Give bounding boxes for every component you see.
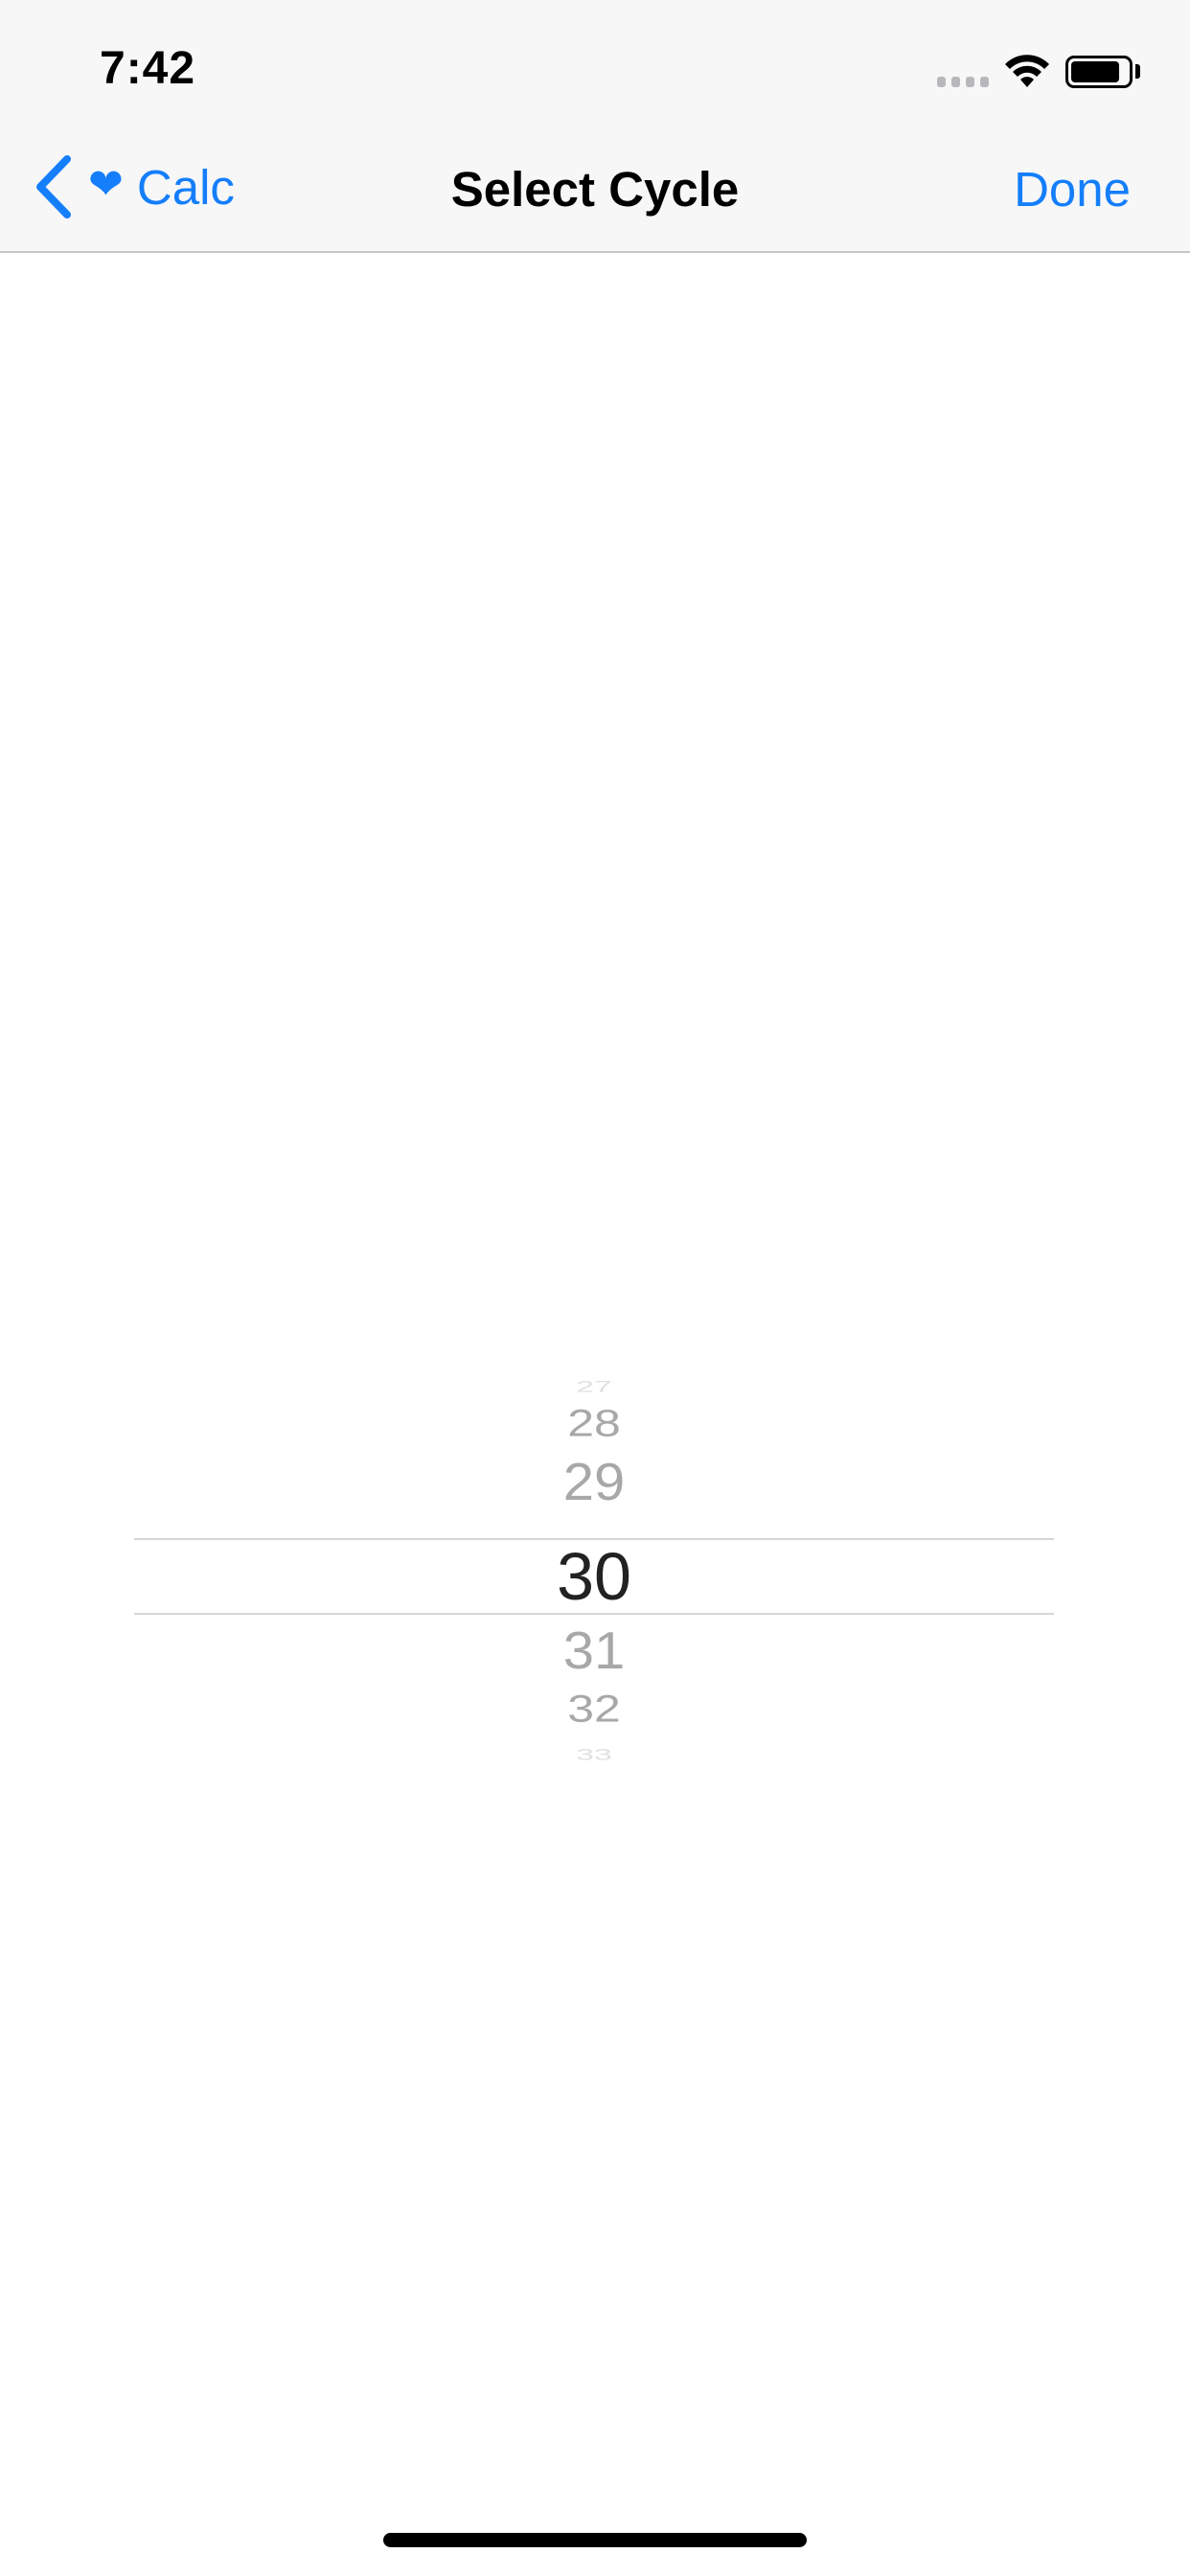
picker-item-selected[interactable]: 30 — [115, 1543, 1073, 1610]
status-time: 7:42 — [100, 43, 196, 94]
done-button[interactable]: Done — [1014, 161, 1131, 218]
picker-item[interactable]: 29 — [115, 1456, 1073, 1508]
page-title: Select Cycle — [450, 162, 740, 217]
wifi-icon — [1005, 55, 1049, 87]
home-indicator[interactable] — [383, 2533, 807, 2547]
picker-item[interactable]: 32 — [115, 1690, 1073, 1728]
battery-icon — [1065, 56, 1133, 88]
cycle-picker[interactable]: 27 28 29 30 31 32 33 — [134, 1370, 1054, 1773]
select-cycle-screen: 7:42 ❤ Calc Select Cycle Done 27 28 29 30 31… — [0, 0, 1190, 2576]
picker-item[interactable]: 27 — [115, 1379, 1073, 1395]
top-bar: 7:42 ❤ Calc Select Cycle Done — [0, 0, 1190, 253]
picker-item[interactable]: 31 — [115, 1624, 1073, 1677]
picker-item[interactable]: 33 — [115, 1747, 1073, 1763]
cellular-signal-icon — [937, 77, 989, 87]
picker-item[interactable]: 28 — [115, 1404, 1073, 1442]
battery-cap — [1135, 64, 1140, 79]
